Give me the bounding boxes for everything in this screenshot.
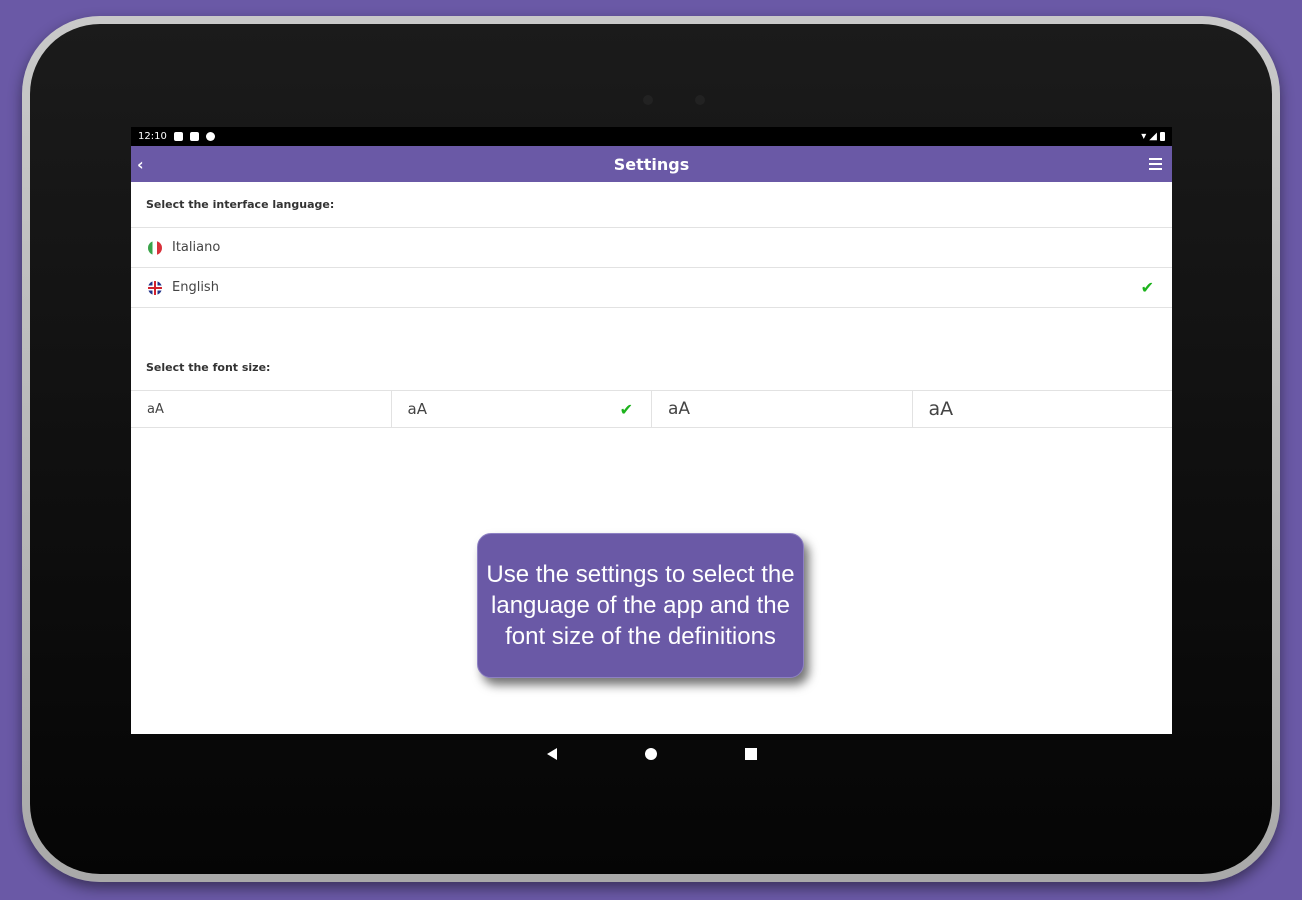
nav-back-icon[interactable] <box>546 748 557 760</box>
notification-icon <box>173 132 183 141</box>
checkmark-icon: ✔ <box>1140 278 1154 297</box>
font-size-option-1[interactable]: aA <box>131 391 392 427</box>
nav-home-icon[interactable] <box>644 748 657 760</box>
page-title: Settings <box>613 154 690 174</box>
font-size-label: aA <box>928 398 954 420</box>
language-label: English <box>172 280 219 295</box>
android-nav-bar <box>131 734 1172 774</box>
nav-recents-icon[interactable] <box>744 748 757 760</box>
tooltip-text: Use the settings to select the language … <box>486 561 795 650</box>
sensor-icon <box>695 95 705 105</box>
language-option-italiano[interactable]: Italiano <box>131 228 1172 268</box>
font-size-label: aA <box>407 400 427 418</box>
font-section-label: Select the font size: <box>131 308 1172 391</box>
sync-icon <box>205 132 215 141</box>
status-time: 12:10 <box>138 131 167 142</box>
camera-icon <box>643 95 653 105</box>
menu-button[interactable] <box>1149 158 1162 170</box>
sd-card-icon <box>189 132 199 141</box>
status-bar: 12:10 ▾ ◢ <box>131 127 1172 146</box>
uk-flag-icon <box>148 280 162 295</box>
font-size-selector: aA aA ✔ aA aA <box>131 391 1172 428</box>
font-size-option-3[interactable]: aA <box>652 391 913 427</box>
font-size-option-4[interactable]: aA <box>913 391 1173 427</box>
hamburger-line <box>1149 168 1162 170</box>
font-size-label: aA <box>668 399 691 419</box>
app-bar: ‹ Settings <box>131 146 1172 182</box>
signal-icon: ◢ <box>1149 131 1157 142</box>
back-button[interactable]: ‹ <box>137 146 144 182</box>
hamburger-menu-icon <box>1149 158 1162 160</box>
language-option-english[interactable]: English ✔ <box>131 268 1172 308</box>
checkmark-icon: ✔ <box>619 399 633 419</box>
chevron-left-icon: ‹ <box>137 154 144 174</box>
font-size-option-2[interactable]: aA ✔ <box>392 391 652 427</box>
language-section-label: Select the interface language: <box>131 182 1172 228</box>
battery-icon <box>1160 132 1165 141</box>
settings-tooltip: Use the settings to select the language … <box>477 533 804 678</box>
font-size-label: aA <box>147 401 164 417</box>
language-label: Italiano <box>172 240 221 255</box>
wifi-icon: ▾ <box>1141 131 1147 142</box>
italy-flag-icon <box>148 240 162 255</box>
hamburger-line <box>1149 163 1162 165</box>
